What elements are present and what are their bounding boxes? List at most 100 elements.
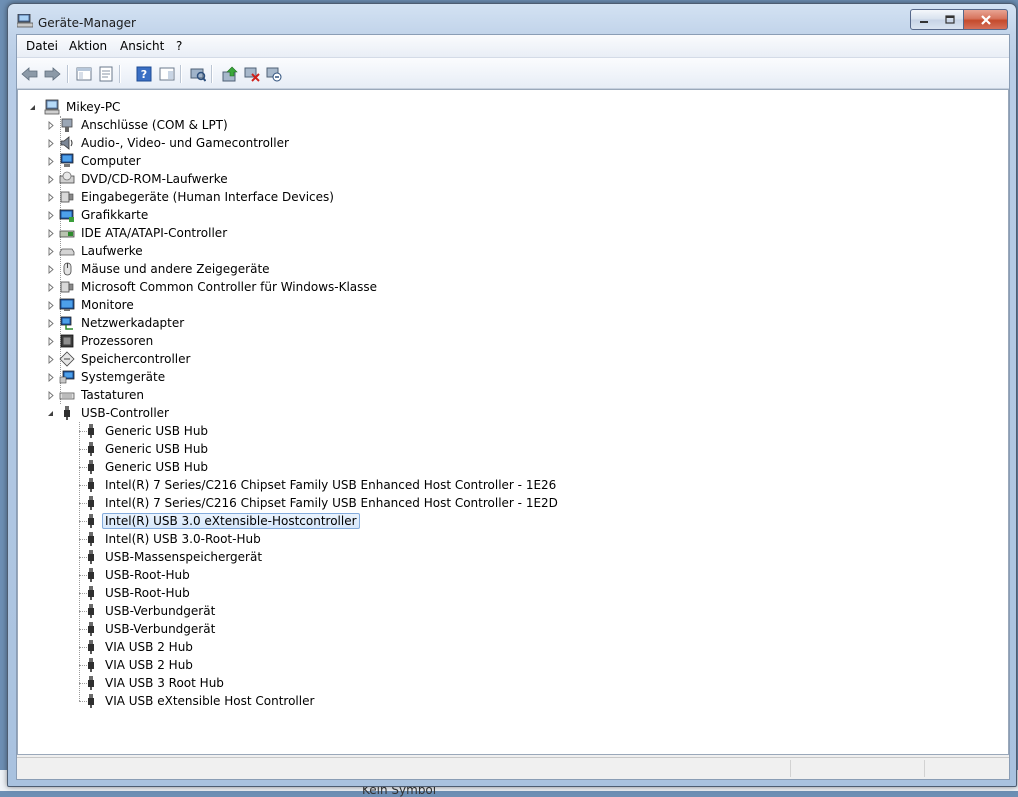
collapsed-arrow-icon[interactable] xyxy=(46,282,55,292)
forward-arrow-icon xyxy=(44,67,61,81)
scan-hardware-button[interactable] xyxy=(189,65,207,83)
tree-device[interactable]: USB-Massenspeichergerät xyxy=(83,548,265,566)
maximize-button[interactable] xyxy=(937,9,964,30)
storage-controller-icon xyxy=(59,351,75,367)
tree-category-usb-controller[interactable]: USB-Controller xyxy=(46,404,172,422)
tree-device-label: Generic USB Hub xyxy=(105,442,209,456)
tree-device[interactable]: USB-Root-Hub xyxy=(83,566,193,584)
device-tree[interactable]: Mikey-PC Anschlüsse (COM & LPT) Audio-, V… xyxy=(17,89,1009,755)
tree-device[interactable]: Intel(R) USB 3.0-Root-Hub xyxy=(83,530,264,548)
tree-category-prozessoren[interactable]: Prozessoren xyxy=(46,332,156,350)
system-device-icon xyxy=(59,370,75,384)
tree-device[interactable]: Intel(R) 7 Series/C216 Chipset Family US… xyxy=(83,476,559,494)
tree-category-microsoft-common-controller-für-windows-klasse[interactable]: Microsoft Common Controller für Windows-… xyxy=(46,278,380,296)
collapsed-arrow-icon[interactable] xyxy=(46,138,55,148)
dvd-drive-icon xyxy=(59,171,75,184)
tree-category-label: Systemgeräte xyxy=(81,370,166,384)
tree-device[interactable]: VIA USB 2 Hub xyxy=(83,638,196,656)
tree-device[interactable]: USB-Verbundgerät xyxy=(83,620,218,638)
close-icon xyxy=(980,14,991,25)
tree-category-computer[interactable]: Computer xyxy=(46,152,144,170)
tree-category-label: Grafikkarte xyxy=(81,208,149,222)
properties-button[interactable] xyxy=(97,65,115,83)
collapsed-arrow-icon[interactable] xyxy=(46,210,55,220)
collapsed-arrow-icon[interactable] xyxy=(46,174,55,184)
collapsed-arrow-icon[interactable] xyxy=(46,354,55,364)
tree-category-dvd-cd-rom-laufwerke[interactable]: DVD/CD-ROM-Laufwerke xyxy=(46,170,231,188)
menu-ansicht[interactable]: Ansicht xyxy=(120,39,164,53)
back-button[interactable] xyxy=(21,65,39,83)
tree-category-ide-ata-atapi-controller[interactable]: IDE ATA/ATAPI-Controller xyxy=(46,224,230,242)
tree-device[interactable]: USB-Verbundgerät xyxy=(83,602,218,620)
uninstall-device-icon xyxy=(266,67,282,82)
tree-device-label: Intel(R) USB 3.0 eXtensible-Hostcontroll… xyxy=(102,513,360,529)
tree-device[interactable]: VIA USB eXtensible Host Controller xyxy=(83,692,317,710)
menu-help[interactable]: ? xyxy=(176,39,182,53)
tree-category-label: Monitore xyxy=(81,298,134,312)
show-hide-console-tree-button[interactable] xyxy=(75,65,93,83)
tree-device[interactable]: Intel(R) 7 Series/C216 Chipset Family US… xyxy=(83,494,561,512)
usb-icon xyxy=(88,568,94,582)
status-divider xyxy=(924,760,926,777)
tree-category-mäuse-und-andere-zeigegeräte[interactable]: Mäuse und andere Zeigegeräte xyxy=(46,260,273,278)
tree-root[interactable]: Mikey-PC xyxy=(28,98,123,116)
tree-category-eingabegeräte-human-interface-devices[interactable]: Eingabegeräte (Human Interface Devices) xyxy=(46,188,337,206)
computer-icon xyxy=(44,99,60,115)
tree-device[interactable]: VIA USB 3 Root Hub xyxy=(83,674,227,692)
toolbar-separator xyxy=(119,65,121,83)
uninstall-device-button[interactable] xyxy=(265,65,283,83)
keyboard-icon xyxy=(59,392,75,400)
collapsed-arrow-icon[interactable] xyxy=(46,390,55,400)
tree-device[interactable]: Generic USB Hub xyxy=(83,422,211,440)
tree-device[interactable]: VIA USB 2 Hub xyxy=(83,656,196,674)
usb-icon xyxy=(88,460,94,474)
device-manager-window: Geräte-Manager Datei Aktion Ansicht ? ? … xyxy=(7,3,1017,787)
tree-category-speichercontroller[interactable]: Speichercontroller xyxy=(46,350,193,368)
tree-category-netzwerkadapter[interactable]: Netzwerkadapter xyxy=(46,314,187,332)
tree-device[interactable]: Generic USB Hub xyxy=(83,440,211,458)
tree-device-selected[interactable]: Intel(R) USB 3.0 eXtensible-Hostcontroll… xyxy=(83,512,360,530)
tree-category-label: Tastaturen xyxy=(81,388,144,402)
collapsed-arrow-icon[interactable] xyxy=(46,372,55,382)
usb-icon xyxy=(88,622,94,636)
collapsed-arrow-icon[interactable] xyxy=(46,318,55,328)
tree-category-grafikkarte[interactable]: Grafikkarte xyxy=(46,206,151,224)
forward-button[interactable] xyxy=(43,65,61,83)
tree-category-systemgeräte[interactable]: Systemgeräte xyxy=(46,368,168,386)
processor-icon xyxy=(60,334,74,348)
tree-category-audio-video-und-gamecontroller[interactable]: Audio-, Video- und Gamecontroller xyxy=(46,134,292,152)
tree-device[interactable]: USB-Root-Hub xyxy=(83,584,193,602)
collapsed-arrow-icon[interactable] xyxy=(46,228,55,238)
update-driver-button[interactable] xyxy=(221,65,239,83)
menu-bar: Datei Aktion Ansicht ? xyxy=(17,35,1009,58)
show-action-pane-button[interactable] xyxy=(158,65,176,83)
tree-category-label: Eingabegeräte (Human Interface Devices) xyxy=(81,190,334,204)
expanded-arrow-icon[interactable] xyxy=(28,103,37,112)
help-button[interactable]: ? xyxy=(135,65,153,83)
tree-device-label: USB-Verbundgerät xyxy=(105,622,216,636)
expanded-arrow-icon[interactable] xyxy=(46,409,55,418)
minimize-button[interactable] xyxy=(910,9,938,30)
collapsed-arrow-icon[interactable] xyxy=(46,336,55,346)
tree-root-label: Mikey-PC xyxy=(66,100,121,114)
tree-category-laufwerke[interactable]: Laufwerke xyxy=(46,242,146,260)
menu-datei[interactable]: Datei xyxy=(26,39,58,53)
collapsed-arrow-icon[interactable] xyxy=(46,264,55,274)
close-button[interactable] xyxy=(964,9,1008,30)
collapsed-arrow-icon[interactable] xyxy=(46,246,55,256)
tree-category-monitore[interactable]: Monitore xyxy=(46,296,137,314)
disable-device-button[interactable] xyxy=(243,65,261,83)
tree-device-label: VIA USB eXtensible Host Controller xyxy=(105,694,315,708)
collapsed-arrow-icon[interactable] xyxy=(46,192,55,202)
tree-device[interactable]: Generic USB Hub xyxy=(83,458,211,476)
tree-category-label: USB-Controller xyxy=(81,406,169,420)
title-bar[interactable]: Geräte-Manager xyxy=(8,4,1016,34)
collapsed-arrow-icon[interactable] xyxy=(46,300,55,310)
collapsed-arrow-icon[interactable] xyxy=(46,156,55,166)
status-bar xyxy=(17,757,1009,779)
menu-aktion[interactable]: Aktion xyxy=(69,39,107,53)
tree-category-anschlüsse-com-lpt[interactable]: Anschlüsse (COM & LPT) xyxy=(46,116,231,134)
collapsed-arrow-icon[interactable] xyxy=(46,120,55,130)
tree-category-tastaturen[interactable]: Tastaturen xyxy=(46,386,147,404)
properties-icon xyxy=(99,66,113,82)
